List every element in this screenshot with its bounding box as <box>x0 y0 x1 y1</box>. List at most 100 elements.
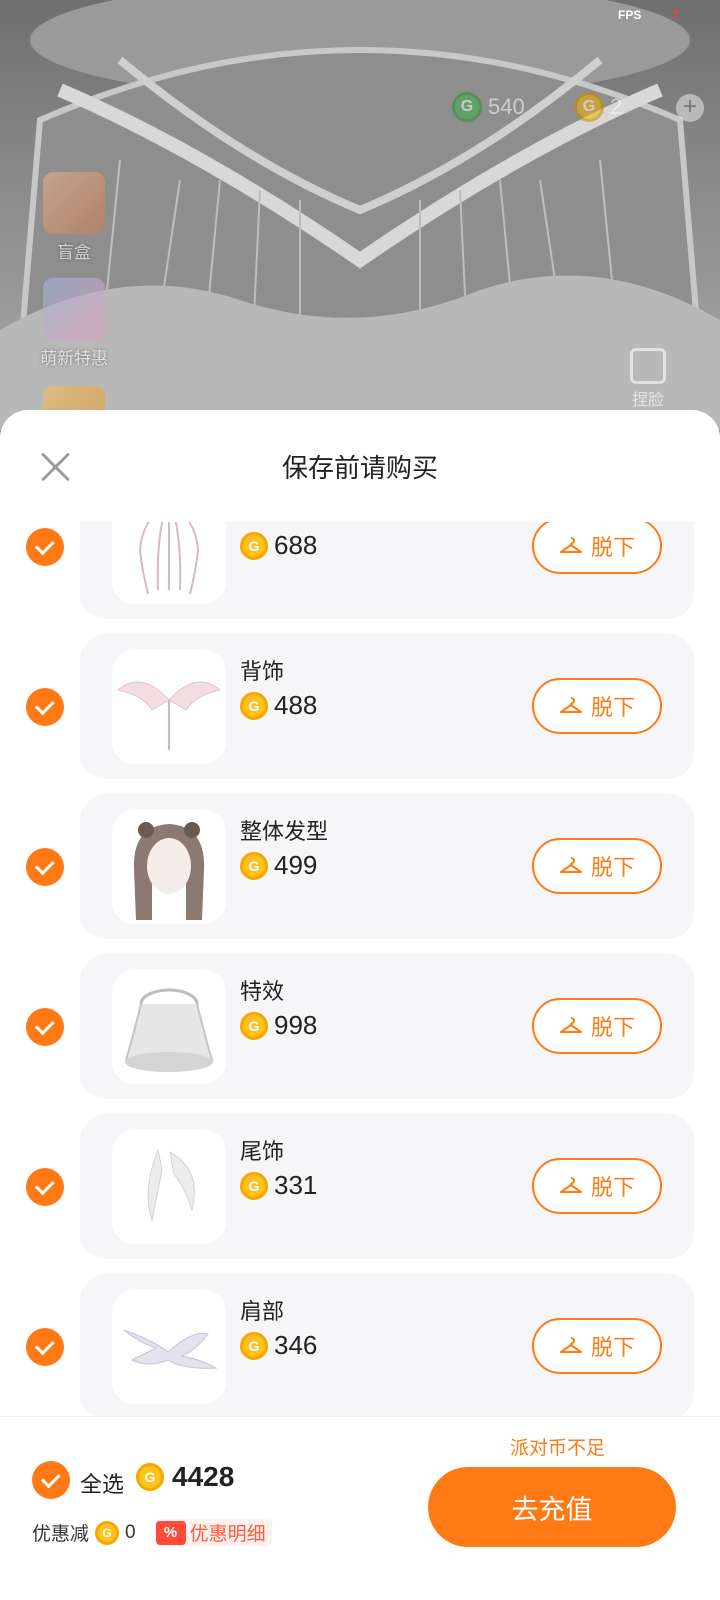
item-thumbnail <box>112 1130 226 1244</box>
take-off-button[interactable]: 脱下 <box>532 1318 662 1374</box>
coin-icon: G <box>240 1331 268 1360</box>
hanger-icon <box>559 857 582 873</box>
shoulder-image <box>123 1329 218 1369</box>
add-currency-button[interactable]: + <box>676 94 704 122</box>
coin-icon: G <box>240 851 268 880</box>
special-offer-label: 萌新特惠 <box>40 349 108 368</box>
item-checkbox[interactable] <box>26 1168 64 1206</box>
item-name: 整体发型 <box>240 819 329 844</box>
item-name: 背饰 <box>240 659 285 684</box>
coin-icon: G <box>240 1171 268 1200</box>
list-item: 肩部 G 346 脱下 <box>0 1274 720 1416</box>
take-off-label: 脱下 <box>590 1015 635 1040</box>
coin-icon: G <box>136 1463 164 1491</box>
item-price: G 688 <box>240 530 317 561</box>
discount-label: 优惠减 <box>32 1524 90 1545</box>
item-thumbnail <box>112 1290 226 1404</box>
blind-box-button[interactable]: 盲盒 <box>34 172 114 263</box>
blind-box-label: 盲盒 <box>57 243 91 262</box>
sheet-title: 保存前请购买 <box>281 453 438 483</box>
recharge-button[interactable]: 去充值 <box>428 1467 676 1547</box>
total-price-value: 4428 <box>172 1461 235 1492</box>
coin-icon: G <box>95 1520 120 1545</box>
item-checkbox[interactable] <box>26 688 64 726</box>
item-price-value: 331 <box>274 1170 318 1200</box>
item-thumbnail <box>112 522 226 604</box>
discount-detail-label: 优惠明细 <box>189 1524 266 1545</box>
item-price-value: 688 <box>274 530 318 560</box>
item-card: G 688 脱下 <box>80 522 694 619</box>
take-off-label: 脱下 <box>590 1335 635 1360</box>
item-card: 特效 G 998 脱下 <box>80 954 694 1099</box>
gold-coin-icon: G <box>574 92 604 122</box>
hanger-icon <box>559 1017 582 1033</box>
coin-icon: G <box>240 1011 268 1040</box>
take-off-button[interactable]: 脱下 <box>532 678 662 734</box>
hanger-icon <box>559 1337 582 1353</box>
select-all-checkbox[interactable] <box>32 1461 70 1499</box>
gold-currency-value: 2 <box>610 94 623 119</box>
purchase-footer: 派对币不足 全选 G 4428 优惠减 G 0 % 优惠明细 去充值 <box>0 1416 720 1600</box>
item-card: 尾饰 G 331 脱下 <box>80 1114 694 1259</box>
green-currency-value: 540 <box>488 94 525 119</box>
take-off-button[interactable]: 脱下 <box>532 998 662 1054</box>
item-checkbox[interactable] <box>26 848 64 886</box>
select-all-label[interactable]: 全选 <box>80 1467 124 1499</box>
item-card: 整体发型 G 499 脱下 <box>80 794 694 939</box>
special-offer-button[interactable]: 萌新特惠 <box>34 278 114 369</box>
coin-icon: G <box>240 531 268 560</box>
list-item: 特效 G 998 脱下 <box>0 954 720 1099</box>
hanger-icon <box>559 537 582 553</box>
hanger-icon <box>559 1177 582 1193</box>
percent-icon: % <box>155 1520 186 1545</box>
item-name: 尾饰 <box>240 1139 285 1164</box>
effect-image <box>124 988 214 1072</box>
purchase-sheet: 保存前请购买 G 688 脱下 背饰 G 488 脱下 整体发型 G 499 脱… <box>0 410 720 1600</box>
item-price-value: 488 <box>274 690 318 720</box>
headdress-image <box>138 522 200 595</box>
game-scene-background: FPS 7 G 540 G 2 + 盲盒 萌新特惠 捏脸 <box>0 0 720 430</box>
discount-value: 0 <box>125 1521 136 1543</box>
list-item: G 688 脱下 <box>0 522 720 619</box>
fps-label: FPS <box>618 8 642 22</box>
fps-value: 7 <box>672 8 679 22</box>
item-thumbnail <box>112 650 226 764</box>
item-price: G 998 <box>240 1010 317 1041</box>
green-currency: G 540 <box>452 92 525 122</box>
wings-image <box>116 681 222 750</box>
special-offer-icon <box>43 278 105 340</box>
insufficient-coins-text: 派对币不足 <box>510 1438 606 1459</box>
item-price-value: 346 <box>274 1330 318 1360</box>
hanger-icon <box>559 697 582 713</box>
item-checkbox[interactable] <box>26 1328 64 1366</box>
item-price: G 346 <box>240 1330 317 1361</box>
item-checkbox[interactable] <box>26 1008 64 1046</box>
take-off-label: 脱下 <box>590 695 635 720</box>
coin-icon: G <box>240 691 268 720</box>
take-off-label: 脱下 <box>590 1175 635 1200</box>
item-thumbnail <box>112 970 226 1084</box>
tail-image <box>147 1148 195 1222</box>
discount-detail-link[interactable]: % 优惠明细 <box>155 1519 272 1546</box>
item-list[interactable]: G 688 脱下 背饰 G 488 脱下 整体发型 G 499 脱下 特效 G … <box>0 522 720 1416</box>
take-off-label: 脱下 <box>590 855 635 880</box>
face-edit-button[interactable]: 捏脸 <box>630 348 666 410</box>
item-price-value: 499 <box>274 850 318 880</box>
item-price: G 499 <box>240 850 317 881</box>
list-item: 尾饰 G 331 脱下 <box>0 1114 720 1259</box>
item-price: G 488 <box>240 690 317 721</box>
item-name: 特效 <box>240 979 285 1004</box>
item-name: 肩部 <box>240 1299 285 1324</box>
item-card: 肩部 G 346 脱下 <box>80 1274 694 1416</box>
gold-currency: G 2 <box>574 92 622 122</box>
item-price-value: 998 <box>274 1010 318 1040</box>
take-off-button[interactable]: 脱下 <box>532 1158 662 1214</box>
take-off-button[interactable]: 脱下 <box>532 838 662 894</box>
total-price: G 4428 <box>136 1461 234 1493</box>
gift-box-icon <box>43 172 105 234</box>
item-checkbox[interactable] <box>26 528 64 566</box>
face-edit-icon <box>630 348 666 384</box>
take-off-button[interactable]: 脱下 <box>532 522 662 574</box>
hairstyle-image <box>133 822 205 920</box>
item-card: 背饰 G 488 脱下 <box>80 634 694 779</box>
